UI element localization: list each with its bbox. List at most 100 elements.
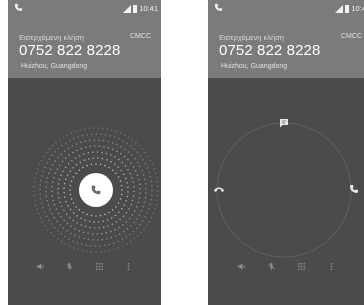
pulse-dot	[69, 184, 72, 187]
pulse-dot	[151, 194, 153, 196]
dialpad-icon[interactable]	[297, 262, 306, 271]
pulse-dot	[131, 199, 134, 202]
pulse-dot	[110, 160, 112, 163]
pulse-dot	[139, 223, 141, 226]
pulse-dot	[80, 147, 82, 150]
pulse-dot	[105, 232, 108, 234]
pulse-dot	[123, 173, 125, 176]
answer-button[interactable]	[79, 173, 113, 207]
pulse-dot	[114, 156, 116, 158]
pulse-dot	[115, 205, 117, 208]
pulse-dot	[125, 236, 128, 238]
pulse-dot	[150, 198, 152, 201]
pulse-dot	[72, 151, 74, 154]
pulse-dot	[110, 217, 113, 219]
more-icon[interactable]	[327, 262, 336, 271]
pulse-dot	[47, 228, 49, 230]
pulse-dot	[105, 238, 108, 240]
pulse-dot	[60, 233, 63, 235]
pulse-dot	[70, 232, 72, 235]
pulse-dot	[57, 212, 60, 214]
pulse-dot	[67, 147, 70, 150]
pulse-dot	[59, 224, 61, 226]
pulse-dot	[151, 185, 153, 187]
pulse-dot	[48, 148, 51, 150]
pulse-dot	[114, 235, 117, 237]
pulse-dot	[116, 150, 118, 153]
pulse-dot	[57, 147, 60, 150]
pulse-dot	[144, 216, 146, 218]
pulse-dot	[50, 223, 53, 225]
pulse-dot	[136, 227, 138, 229]
pulse-dot	[154, 172, 157, 174]
pulse-dot	[33, 195, 36, 197]
pulse-dot	[138, 178, 140, 181]
pulse-dot	[121, 208, 123, 210]
pulse-dot	[83, 159, 86, 161]
pulse-dot	[147, 155, 149, 158]
pulse-dot	[116, 143, 118, 146]
dialpad-icon[interactable]	[95, 262, 104, 271]
pulse-dot	[104, 134, 107, 136]
more-icon[interactable]	[124, 262, 133, 271]
pulse-dot	[95, 251, 97, 253]
pulse-dot	[57, 230, 59, 232]
pulse-dot	[117, 202, 120, 204]
pulse-dot	[93, 139, 96, 141]
pulse-dot	[83, 153, 85, 155]
pulse-dot	[70, 132, 73, 134]
pulse-dot	[156, 181, 159, 183]
pulse-dot	[52, 199, 54, 202]
message-icon[interactable]	[280, 119, 288, 128]
pulse-dot	[90, 214, 93, 217]
pulse-dot	[60, 153, 62, 155]
pulse-dot	[130, 225, 132, 227]
pulse-dot	[115, 221, 118, 223]
pulse-dot	[78, 154, 81, 157]
pulse-dot	[144, 178, 146, 181]
pulse-dot	[90, 163, 93, 166]
pulse-dot	[89, 145, 91, 148]
pulse-dot	[64, 157, 67, 159]
pulse-dot	[107, 140, 109, 143]
pulse-dot	[64, 243, 67, 245]
pulse-dot	[62, 136, 65, 139]
pulse-dot	[117, 240, 119, 243]
pulse-dot	[48, 219, 50, 222]
pulse-dot	[150, 180, 153, 182]
pulse-dot	[68, 238, 70, 240]
pulse-dot	[127, 168, 129, 171]
pulse-dot	[33, 181, 36, 183]
pulse-dot	[72, 247, 75, 249]
pulse-dot	[64, 235, 66, 238]
pulse-dot	[64, 166, 67, 169]
pulse-dot	[124, 148, 126, 150]
pulse-dot	[92, 157, 95, 159]
pulse-dot	[88, 127, 90, 130]
pulse-dot	[53, 216, 56, 219]
pulse-dot	[144, 196, 147, 199]
mute-icon[interactable]	[267, 262, 276, 271]
pulse-dot	[127, 158, 129, 161]
speaker-icon[interactable]	[36, 262, 45, 271]
pulse-dot	[111, 129, 113, 131]
pulse-dot	[131, 214, 134, 216]
pulse-dot	[154, 208, 156, 210]
decline-call-icon[interactable]	[214, 187, 224, 193]
pulse-dot	[82, 231, 85, 233]
pulse-dot	[53, 226, 56, 229]
pulse-dot	[58, 196, 60, 199]
pulse-dot	[45, 186, 47, 188]
pulse-dot	[48, 172, 50, 175]
pulse-dot	[122, 215, 125, 217]
pulse-dot	[34, 176, 37, 179]
mute-icon[interactable]	[65, 262, 74, 271]
pulse-dot	[54, 172, 57, 174]
pulse-dot	[91, 233, 94, 235]
pulse-dot	[146, 167, 149, 169]
pulse-dot	[115, 172, 117, 175]
pulse-dot	[65, 178, 67, 180]
speaker-icon[interactable]	[237, 262, 246, 271]
pulse-dot	[40, 159, 43, 162]
pulse-dot	[82, 166, 84, 169]
